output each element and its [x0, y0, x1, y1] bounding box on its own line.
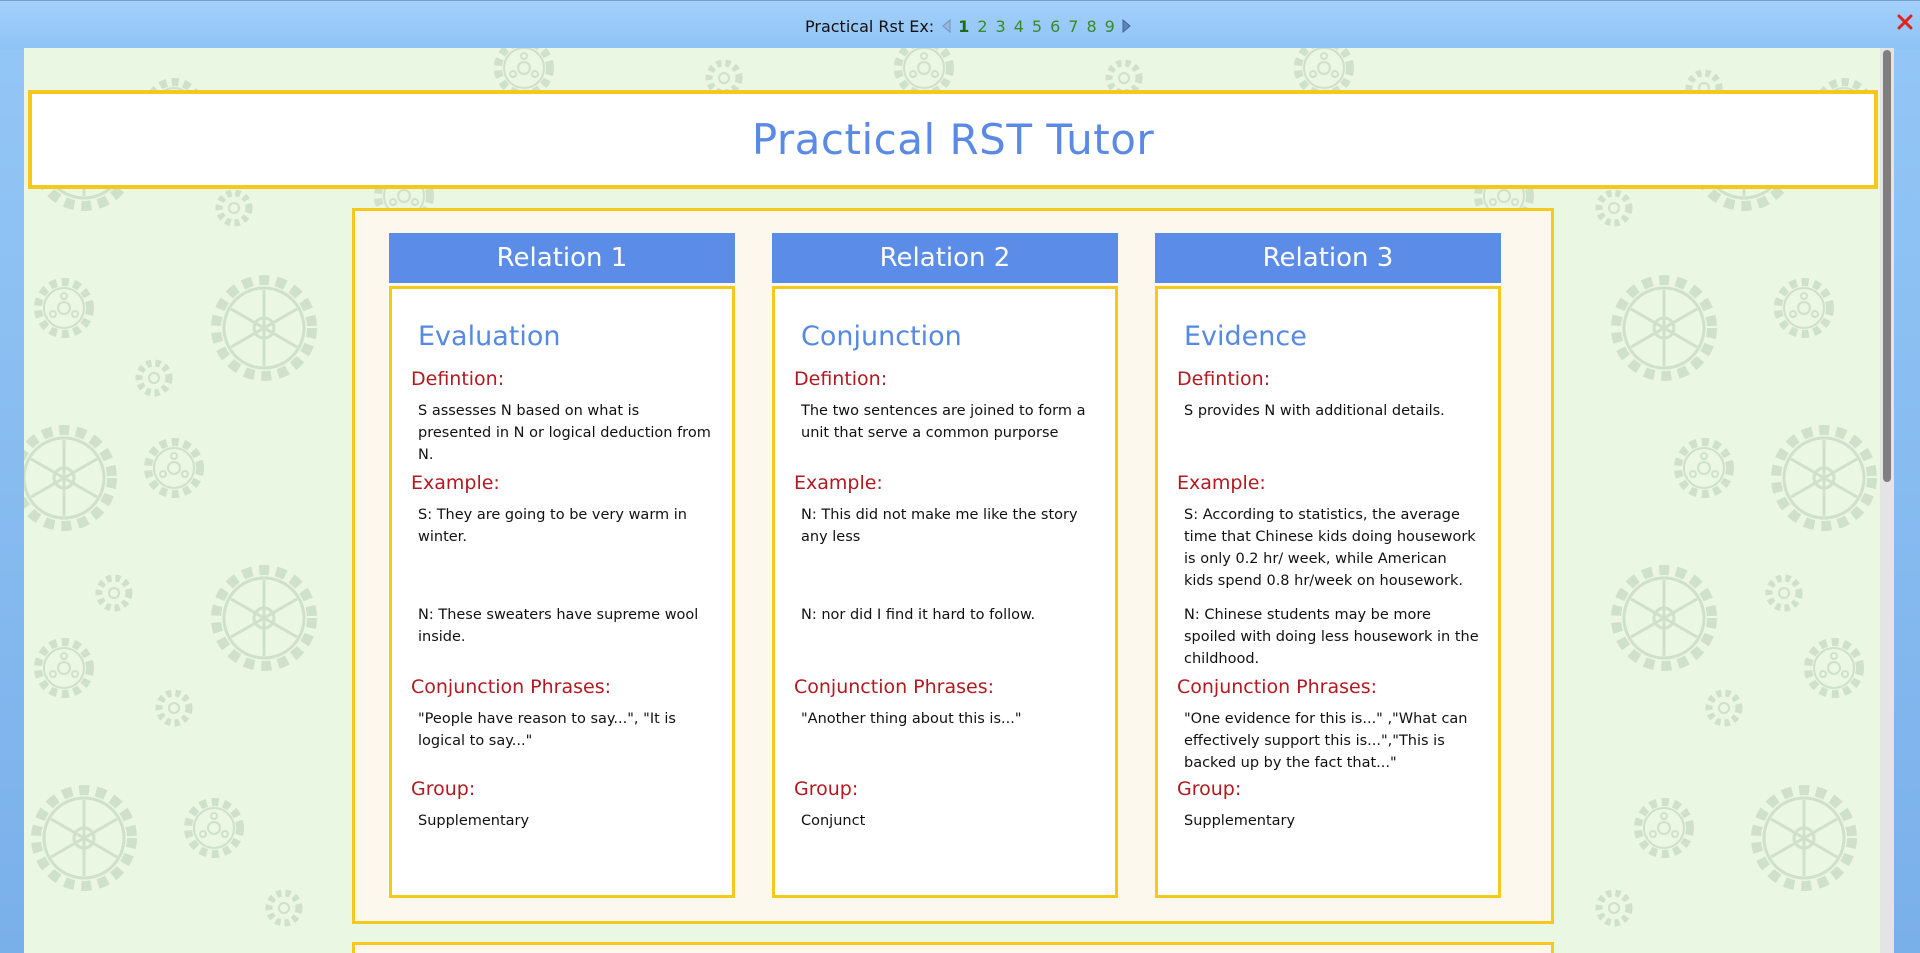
relation-column-3: Relation 3 Evidence Defintion: S provide… [1155, 233, 1501, 898]
relation-column-1: Relation 1 Evaluation Defintion: S asses… [389, 233, 735, 898]
group-heading: Group: [1177, 778, 1242, 800]
slideshow-toolbar: Practical Rst Ex: 1 2 3 4 5 6 7 8 9 [0, 0, 1920, 49]
example-heading: Example: [794, 472, 883, 494]
group-text: Conjunct [801, 813, 866, 829]
example-heading: Example: [1177, 472, 1266, 494]
relation-header: Relation 3 [1155, 233, 1501, 283]
pager-label: Practical Rst Ex: [805, 16, 935, 36]
relation-card: Conjunction Defintion: The two sentences… [772, 286, 1118, 898]
page-link-9[interactable]: 9 [1103, 17, 1117, 36]
example-satellite: S: According to statistics, the average … [1184, 507, 1476, 589]
close-icon[interactable] [1896, 13, 1914, 31]
relation-header: Relation 1 [389, 233, 735, 283]
group-text: Supplementary [418, 813, 530, 829]
definition-text: S provides N with additional details. [1184, 403, 1445, 419]
group-heading: Group: [794, 778, 859, 800]
example-nucleus: N: nor did I find it hard to follow. [801, 607, 1036, 623]
page-title: Practical RST Tutor [751, 115, 1155, 164]
slide-frame: Practical RST Tutor Relation 1 Evaluatio… [24, 48, 1894, 953]
example-satellite: S: They are going to be very warm in win… [418, 507, 687, 545]
example-nucleus: N: These sweaters have supreme wool insi… [418, 607, 699, 645]
conjunction-text: "People have reason to say...", "It is l… [418, 711, 676, 749]
group-text: Supplementary [1184, 813, 1296, 829]
relation-card: Evidence Defintion: S provides N with ad… [1155, 286, 1501, 898]
relation-name: Evidence [1184, 321, 1307, 352]
example-pager: Practical Rst Ex: 1 2 3 4 5 6 7 8 9 [805, 15, 1131, 37]
page-link-6[interactable]: 6 [1048, 17, 1062, 36]
relation-header: Relation 2 [772, 233, 1118, 283]
vertical-scrollbar[interactable] [1880, 48, 1894, 953]
page-link-4[interactable]: 4 [1012, 17, 1026, 36]
conjunction-heading: Conjunction Phrases: [1177, 676, 1378, 698]
conjunction-text: "Another thing about this is..." [801, 711, 1022, 727]
conjunction-heading: Conjunction Phrases: [794, 676, 995, 698]
relation-name: Conjunction [801, 321, 962, 352]
example-heading: Example: [411, 472, 500, 494]
page-link-7[interactable]: 7 [1066, 17, 1080, 36]
conjunction-text: "One evidence for this is..." ,"What can… [1184, 711, 1468, 771]
definition-text: S assesses N based on what is presented … [418, 403, 711, 463]
page-link-2[interactable]: 2 [975, 17, 989, 36]
page-link-5[interactable]: 5 [1030, 17, 1044, 36]
example-satellite: N: This did not make me like the story a… [801, 507, 1078, 545]
definition-heading: Defintion: [1177, 368, 1271, 390]
relation-card: Evaluation Defintion: S assesses N based… [389, 286, 735, 898]
relations-panel: Relation 1 Evaluation Defintion: S asses… [352, 208, 1554, 924]
scrollbar-thumb[interactable] [1883, 50, 1891, 482]
title-banner: Practical RST Tutor [28, 90, 1878, 189]
relation-column-2: Relation 2 Conjunction Defintion: The tw… [772, 233, 1118, 898]
definition-heading: Defintion: [411, 368, 505, 390]
definition-text: The two sentences are joined to form a u… [801, 403, 1086, 441]
conjunction-heading: Conjunction Phrases: [411, 676, 612, 698]
page-link-8[interactable]: 8 [1084, 17, 1098, 36]
page-link-1[interactable]: 1 [956, 17, 971, 36]
relation-name: Evaluation [418, 321, 561, 352]
next-arrow-icon[interactable] [1121, 19, 1131, 33]
page-link-3[interactable]: 3 [994, 17, 1008, 36]
definition-heading: Defintion: [794, 368, 888, 390]
prev-arrow-icon[interactable] [942, 19, 952, 33]
next-panel-edge [352, 942, 1554, 953]
example-nucleus: N: Chinese students may be more spoiled … [1184, 607, 1479, 667]
group-heading: Group: [411, 778, 476, 800]
